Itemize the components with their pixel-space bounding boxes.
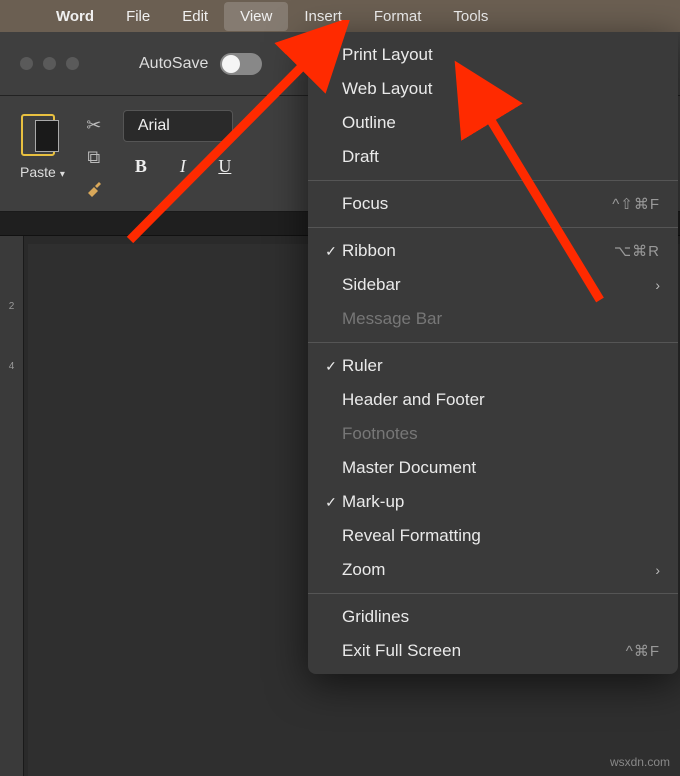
menu-item-zoom[interactable]: Zoom›	[308, 553, 678, 587]
vertical-ruler: 2 4	[0, 236, 24, 776]
ruler-mark: 4	[9, 336, 15, 396]
menu-item-focus[interactable]: Focus^⇧⌘F	[308, 187, 678, 221]
menu-item-label: Ribbon	[342, 241, 614, 261]
checkmark-icon: ✓	[320, 47, 342, 64]
menu-item-message-bar: Message Bar	[308, 302, 678, 336]
menubar-insert[interactable]: Insert	[288, 2, 358, 31]
font-family-select[interactable]: Arial	[123, 110, 233, 142]
menu-separator	[308, 593, 678, 594]
checkmark-icon: ✓	[320, 358, 342, 375]
menu-item-label: Header and Footer	[342, 390, 660, 410]
menu-item-label: Sidebar	[342, 275, 655, 295]
paste-button-label[interactable]: Paste▾	[20, 164, 65, 180]
font-group: Arial B I U	[123, 110, 235, 177]
autosave-toggle[interactable]	[220, 53, 262, 75]
menu-item-label: Draft	[342, 147, 660, 167]
paste-group: Paste▾	[20, 110, 65, 180]
menu-item-label: Exit Full Screen	[342, 641, 626, 661]
menu-item-label: Outline	[342, 113, 660, 133]
menu-item-gridlines[interactable]: Gridlines	[308, 600, 678, 634]
menu-item-footnotes: Footnotes	[308, 417, 678, 451]
menu-separator	[308, 180, 678, 181]
menu-item-draft[interactable]: Draft	[308, 140, 678, 174]
menubar-tools[interactable]: Tools	[437, 2, 504, 31]
checkmark-icon: ✓	[320, 494, 342, 511]
menu-separator	[308, 342, 678, 343]
cut-icon[interactable]: ✂	[83, 114, 105, 136]
menu-item-label: Reveal Formatting	[342, 526, 660, 546]
macos-menubar: Word File Edit View Insert Format Tools	[0, 0, 680, 32]
menu-item-label: Ruler	[342, 356, 660, 376]
menu-separator	[308, 227, 678, 228]
menu-item-label: Mark-up	[342, 492, 660, 512]
autosave-label: AutoSave	[139, 55, 208, 73]
menu-item-ribbon[interactable]: ✓Ribbon⌥⌘R	[308, 234, 678, 268]
menu-item-label: Print Layout	[342, 45, 660, 65]
menu-item-label: Gridlines	[342, 607, 660, 627]
clipboard-tools: ✂ ⧉	[83, 110, 105, 200]
chevron-right-icon: ›	[655, 277, 660, 293]
menubar-file[interactable]: File	[110, 2, 166, 31]
menu-item-label: Master Document	[342, 458, 660, 478]
menu-item-label: Footnotes	[342, 424, 660, 444]
menu-item-sidebar[interactable]: Sidebar›	[308, 268, 678, 302]
menubar-view[interactable]: View	[224, 2, 288, 31]
checkmark-icon: ✓	[320, 243, 342, 260]
menu-item-header-and-footer[interactable]: Header and Footer	[308, 383, 678, 417]
chevron-right-icon: ›	[655, 562, 660, 578]
menu-item-mark-up[interactable]: ✓Mark-up	[308, 485, 678, 519]
format-painter-icon[interactable]	[83, 178, 105, 200]
ruler-mark: 2	[9, 276, 15, 336]
autosave-control: AutoSave	[139, 53, 262, 75]
underline-button[interactable]: U	[215, 156, 235, 177]
menu-item-outline[interactable]: Outline	[308, 106, 678, 140]
menu-shortcut: ^⇧⌘F	[612, 195, 660, 213]
autosave-toggle-knob	[222, 55, 240, 73]
menu-item-label: Zoom	[342, 560, 655, 580]
copy-icon[interactable]: ⧉	[83, 146, 105, 168]
menu-item-ruler[interactable]: ✓Ruler	[308, 349, 678, 383]
text-format-row: B I U	[123, 156, 235, 177]
menu-shortcut: ⌥⌘R	[614, 242, 660, 260]
menu-item-label: Web Layout	[342, 79, 660, 99]
menubar-app-name[interactable]: Word	[40, 2, 110, 31]
menu-shortcut: ^⌘F	[626, 642, 660, 660]
zoom-window-button[interactable]	[66, 57, 79, 70]
chevron-down-icon: ▾	[60, 169, 65, 180]
menubar-format[interactable]: Format	[358, 2, 438, 31]
menu-item-web-layout[interactable]: Web Layout	[308, 72, 678, 106]
bold-button[interactable]: B	[131, 156, 151, 177]
menu-item-master-document[interactable]: Master Document	[308, 451, 678, 485]
menu-item-exit-full-screen[interactable]: Exit Full Screen^⌘F	[308, 634, 678, 668]
menu-item-label: Focus	[342, 194, 612, 214]
minimize-window-button[interactable]	[43, 57, 56, 70]
italic-button[interactable]: I	[173, 156, 193, 177]
paste-icon[interactable]	[21, 110, 63, 158]
menubar-edit[interactable]: Edit	[166, 2, 224, 31]
watermark-text: wsxdn.com	[610, 755, 670, 769]
view-dropdown-menu: ✓Print LayoutWeb LayoutOutlineDraftFocus…	[308, 32, 678, 674]
window-controls	[20, 57, 79, 70]
menu-item-print-layout[interactable]: ✓Print Layout	[308, 38, 678, 72]
close-window-button[interactable]	[20, 57, 33, 70]
menu-item-label: Message Bar	[342, 309, 660, 329]
menu-item-reveal-formatting[interactable]: Reveal Formatting	[308, 519, 678, 553]
